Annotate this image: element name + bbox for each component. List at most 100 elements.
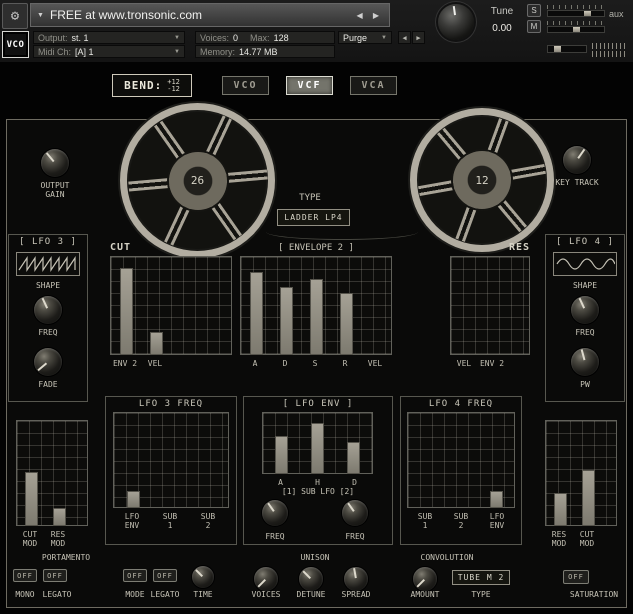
graph-column[interactable] bbox=[271, 257, 301, 354]
lfo3-shape-display[interactable] bbox=[16, 252, 80, 276]
prev-page-button[interactable]: ◀ bbox=[398, 31, 411, 44]
graph-column[interactable] bbox=[263, 413, 299, 473]
pan-slider[interactable] bbox=[547, 26, 605, 33]
aux-label[interactable]: aux bbox=[609, 9, 624, 19]
graph-bar[interactable] bbox=[311, 280, 322, 354]
lfo4-mod-graph[interactable]: RES MODCUT MOD bbox=[545, 420, 617, 548]
volume-slider[interactable] bbox=[547, 10, 605, 17]
purge-menu[interactable]: Purge ▼ bbox=[338, 31, 392, 44]
lfo-env-graph[interactable]: AHD bbox=[262, 412, 373, 487]
solo-button[interactable]: S bbox=[527, 4, 541, 17]
graph-bar[interactable] bbox=[151, 333, 162, 354]
graph-bar[interactable] bbox=[121, 269, 132, 354]
bend-range-control[interactable]: BEND: +12 -12 bbox=[112, 74, 192, 97]
midi-channel-select[interactable]: Midi Ch: [A] 1 ▼ bbox=[33, 45, 185, 58]
next-page-button[interactable]: ▶ bbox=[412, 31, 425, 44]
lfo3-freq-knob[interactable] bbox=[34, 296, 62, 324]
cut-mod-graph[interactable]: ENV 2VEL bbox=[110, 256, 232, 368]
lfo4-shape-display[interactable] bbox=[553, 252, 617, 276]
graph-bar[interactable] bbox=[555, 494, 566, 525]
unison-voices-knob[interactable] bbox=[254, 567, 278, 591]
graph-bar[interactable] bbox=[26, 473, 37, 525]
graph-bar[interactable] bbox=[348, 443, 359, 473]
graph-column[interactable] bbox=[361, 257, 391, 354]
tab-vcf[interactable]: VCF bbox=[286, 76, 333, 95]
graph-column[interactable] bbox=[451, 257, 479, 354]
graph-column[interactable] bbox=[111, 257, 141, 354]
pan-slider-handle[interactable] bbox=[573, 27, 580, 32]
graph-bar[interactable] bbox=[276, 437, 287, 473]
envelope2-graph[interactable]: ADSRVEL bbox=[240, 256, 392, 368]
cutoff-wheel[interactable]: 26 bbox=[120, 103, 275, 258]
lfo3-mod-graph[interactable]: CUT MODRES MOD bbox=[16, 420, 88, 548]
saturation-toggle[interactable]: OFF bbox=[563, 570, 589, 584]
graph-grid[interactable] bbox=[407, 412, 515, 508]
unison-spread-knob[interactable] bbox=[344, 567, 368, 591]
instrument-titlebar[interactable]: ▼ FREE at www.tronsonic.com ◀ ▶ bbox=[30, 3, 390, 27]
graph-grid[interactable] bbox=[450, 256, 530, 355]
graph-bar[interactable] bbox=[251, 273, 262, 354]
sub-lfo1-freq-knob[interactable] bbox=[262, 500, 288, 526]
tab-vco[interactable]: VCO bbox=[222, 76, 269, 95]
graph-column[interactable] bbox=[408, 413, 443, 507]
instrument-nav-arrows[interactable]: ◀ ▶ bbox=[356, 11, 383, 20]
graph-bar[interactable] bbox=[583, 471, 594, 525]
graph-column[interactable] bbox=[152, 413, 190, 507]
key-track-knob[interactable] bbox=[563, 146, 591, 174]
graph-column[interactable] bbox=[443, 413, 478, 507]
graph-column[interactable] bbox=[301, 257, 331, 354]
resonance-wheel[interactable]: 12 bbox=[410, 108, 554, 252]
graph-column[interactable] bbox=[336, 413, 372, 473]
instrument-menu-icon[interactable]: ▼ bbox=[37, 12, 44, 19]
graph-column[interactable] bbox=[141, 257, 171, 354]
lfo3-freq-graph[interactable]: LFO ENVSUB 1SUB 2 bbox=[113, 412, 229, 530]
graph-column[interactable] bbox=[479, 257, 507, 354]
graph-bar[interactable] bbox=[341, 294, 352, 354]
graph-bar[interactable] bbox=[54, 509, 65, 525]
lfo4-pw-knob[interactable] bbox=[571, 348, 599, 376]
graph-column[interactable] bbox=[479, 413, 514, 507]
lfo4-freq-knob[interactable] bbox=[571, 296, 599, 324]
portamento-legato-toggle[interactable]: OFF bbox=[153, 569, 177, 582]
tab-vca[interactable]: VCA bbox=[350, 76, 397, 95]
portamento-time-knob[interactable] bbox=[192, 566, 214, 588]
graph-grid[interactable] bbox=[113, 412, 229, 508]
res-mod-graph[interactable]: VELENV 2 bbox=[450, 256, 530, 368]
output-select[interactable]: Output: st. 1 ▼ bbox=[33, 31, 185, 44]
graph-column[interactable] bbox=[45, 421, 73, 525]
graph-bar[interactable] bbox=[312, 424, 323, 473]
graph-grid[interactable] bbox=[545, 420, 617, 526]
graph-bar[interactable] bbox=[491, 492, 502, 507]
graph-column[interactable] bbox=[546, 421, 574, 525]
edit-instrument-button[interactable]: ⚙ bbox=[2, 3, 28, 29]
lfo4-freq-graph[interactable]: SUB 1SUB 2LFO ENV bbox=[407, 412, 515, 530]
aux-send-slider[interactable] bbox=[547, 45, 587, 53]
filter-type-select[interactable]: LADDER LP4 bbox=[277, 209, 350, 226]
convolution-amount-knob[interactable] bbox=[413, 567, 437, 591]
graph-bar[interactable] bbox=[281, 288, 292, 354]
lfo3-fade-knob[interactable] bbox=[34, 348, 62, 376]
graph-column[interactable] bbox=[331, 257, 361, 354]
portamento-mode-toggle[interactable]: OFF bbox=[123, 569, 147, 582]
sub-lfo2-freq-knob[interactable] bbox=[342, 500, 368, 526]
graph-column[interactable] bbox=[241, 257, 271, 354]
graph-column[interactable] bbox=[574, 421, 602, 525]
graph-bar[interactable] bbox=[128, 492, 139, 507]
graph-grid[interactable] bbox=[16, 420, 88, 526]
graph-column[interactable] bbox=[17, 421, 45, 525]
legato-toggle[interactable]: OFF bbox=[43, 569, 67, 582]
unison-detune-knob[interactable] bbox=[299, 567, 323, 591]
aux-send-slider-handle[interactable] bbox=[554, 46, 561, 52]
output-gain-knob[interactable] bbox=[41, 149, 69, 177]
graph-grid[interactable] bbox=[240, 256, 392, 355]
volume-slider-handle[interactable] bbox=[584, 11, 591, 16]
graph-column[interactable] bbox=[114, 413, 152, 507]
convolution-type-select[interactable]: TUBE M 2 bbox=[452, 570, 510, 585]
graph-column[interactable] bbox=[190, 413, 228, 507]
graph-column[interactable] bbox=[299, 413, 335, 473]
graph-grid[interactable] bbox=[110, 256, 232, 355]
graph-grid[interactable] bbox=[262, 412, 373, 474]
tune-knob[interactable] bbox=[438, 4, 474, 40]
mono-toggle[interactable]: OFF bbox=[13, 569, 37, 582]
mute-button[interactable]: M bbox=[527, 20, 541, 33]
